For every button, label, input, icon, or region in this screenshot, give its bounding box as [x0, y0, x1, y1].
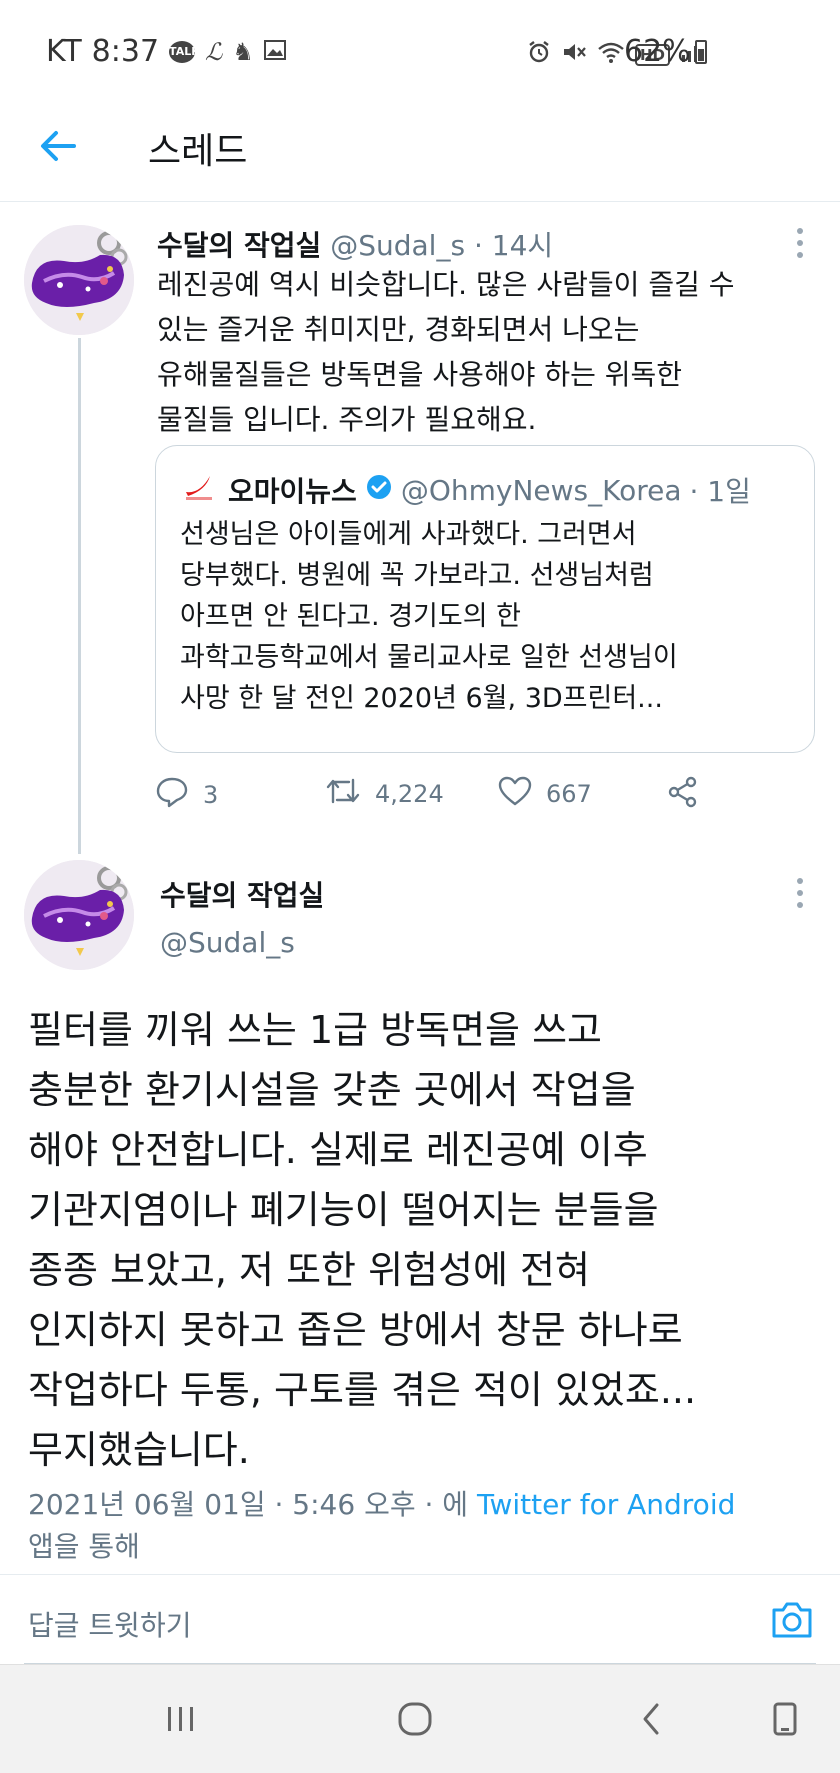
tweet-line: 레진공예 역시 비슷합니다. 많은 사람들이 즐길 수 [157, 268, 735, 301]
tweet-line: 종종 보았고, 저 또한 위험성에 전혀 [28, 1248, 590, 1292]
quoted-line: 아프면 안 된다고. 경기도의 한 [180, 601, 521, 632]
quoted-line: 과학고등학교에서 물리교사로 일한 선생님이 [180, 642, 678, 673]
reply-icon [155, 776, 189, 814]
app-notification-icon: ℒ [205, 37, 223, 66]
portrait-icon[interactable] [765, 1699, 805, 1739]
retweet-count: 4,224 [375, 780, 444, 808]
status-bar: KT 8:37 TALK ℒ ♞ HD 62% [0, 0, 840, 88]
author-name[interactable]: 수달의 작업실 [157, 229, 321, 262]
tweet-line: 기관지염이나 폐기능이 떨어지는 분들을 [28, 1188, 659, 1232]
battery-percent: 62% [624, 34, 691, 69]
tweet-line: 유해물질들은 방독면을 사용해야 하는 위독한 [157, 358, 683, 391]
tweet-line: 무지했습니다. [28, 1428, 250, 1472]
status-left: KT 8:37 TALK ℒ ♞ [46, 34, 286, 69]
quoted-line: 선생님은 아이들에게 사과했다. 그러면서 [180, 519, 637, 550]
thread-connector [78, 338, 81, 854]
tweet-text: 레진공예 역시 비슷합니다. 많은 사람들이 즐길 수 있는 즐거운 취미지만,… [157, 262, 817, 442]
tweet-line: 충분한 환기시설을 갖춘 곳에서 작업을 [28, 1068, 636, 1112]
tweet-line: 물질들 입니다. 주의가 필요해요. [157, 403, 537, 436]
tweet-line: 해야 안전합니다. 실제로 레진공예 이후 [28, 1128, 648, 1172]
author-handle[interactable]: @Sudal_s [330, 229, 465, 262]
source-app-link[interactable]: Twitter for Android [477, 1488, 735, 1521]
like-count: 667 [546, 780, 592, 808]
avatar[interactable] [24, 225, 134, 335]
main-author-name-row: 수달의 작업실 [160, 874, 324, 914]
carrier: KT [46, 34, 82, 69]
quoted-line: 사망 한 달 전인 2020년 6월, 3D프린터... [180, 683, 663, 714]
recent-apps-icon[interactable] [161, 1699, 201, 1739]
quoted-line: 당부했다. 병원에 꼭 가보라고. 선생님처럼 [180, 560, 654, 591]
tweet-metadata: 2021년 06월 01일 · 5:46 오후 · 에 Twitter for … [28, 1484, 818, 1568]
retweet-icon [325, 776, 361, 812]
camera-icon[interactable] [770, 1600, 814, 1640]
system-navigation-bar [0, 1664, 840, 1773]
clock: 8:37 [91, 34, 160, 69]
like-icon [498, 776, 532, 812]
share-button[interactable] [667, 776, 699, 814]
mute-icon [561, 40, 587, 70]
alarm-icon [527, 40, 551, 70]
reply-count: 3 [203, 781, 219, 809]
nav-back-icon[interactable] [631, 1699, 671, 1739]
quoted-tweet-text: 선생님은 아이들에게 사과했다. 그러면서 당부했다. 병원에 꼭 가보라고. … [180, 514, 800, 719]
tweet-timestamp: 2021년 06월 01일 · 5:46 오후 · 에 [28, 1488, 477, 1521]
share-icon [667, 776, 699, 814]
drive-notification-icon: ♞ [232, 37, 254, 66]
ohmynews-logo-icon [180, 472, 220, 509]
tweet-line: 작업하다 두통, 구토를 겪은 적이 있었죠... [28, 1368, 697, 1412]
reply-button[interactable]: 3 [155, 776, 218, 814]
reply-input[interactable]: 답글 트윗하기 [28, 1604, 191, 1644]
source-suffix: 앱을 통해 [28, 1530, 140, 1563]
quoted-tweet-time: · 1일 [689, 475, 751, 508]
verified-badge-icon [365, 473, 393, 508]
image-notification-icon [263, 38, 286, 66]
reply-composer-bar[interactable]: 답글 트윗하기 [0, 1576, 840, 1664]
avatar[interactable] [24, 860, 134, 970]
main-author-handle-row: @Sudal_s [160, 926, 295, 959]
page-title: 스레드 [148, 131, 248, 172]
quoted-author-name: 오마이뉴스 [228, 475, 357, 508]
app-header: 스레드 [0, 88, 840, 202]
tweet-time: · 14시 [473, 229, 554, 262]
wifi-icon [597, 40, 625, 70]
home-icon[interactable] [395, 1699, 435, 1739]
tweet-header: 수달의 작업실 @Sudal_s · 14시 [157, 224, 553, 264]
author-handle[interactable]: @Sudal_s [160, 926, 295, 959]
battery-status: 62% [624, 34, 707, 69]
more-vertical-icon[interactable] [794, 876, 806, 910]
tweet-actions: 3 4,224 667 [155, 776, 715, 816]
tweet-line: 인지하지 못하고 좁은 방에서 창문 하나로 [28, 1308, 683, 1352]
retweet-button[interactable]: 4,224 [325, 776, 444, 812]
talk-notification-icon: TALK [169, 40, 200, 63]
quoted-author-handle: @OhmyNews_Korea [400, 473, 682, 507]
tweet-line: 있는 즐거운 취미지만, 경화되면서 나오는 [157, 313, 640, 346]
main-tweet-text: 필터를 끼워 쓰는 1급 방독면을 쓰고 충분한 환기시설을 갖춘 곳에서 작업… [28, 1000, 818, 1480]
author-name[interactable]: 수달의 작업실 [160, 879, 324, 912]
tweet-line: 필터를 끼워 쓰는 1급 방독면을 쓰고 [28, 1008, 603, 1052]
quoted-tweet-card[interactable]: 오마이뉴스 @OhmyNews_Korea · 1일 선생님은 아이들에게 사과… [155, 445, 815, 753]
divider [0, 1574, 840, 1575]
quoted-tweet-header: 오마이뉴스 @OhmyNews_Korea · 1일 [180, 470, 751, 510]
more-vertical-icon[interactable] [794, 226, 806, 260]
back-arrow-icon[interactable] [38, 126, 78, 166]
battery-icon [694, 39, 707, 64]
like-button[interactable]: 667 [498, 776, 592, 812]
